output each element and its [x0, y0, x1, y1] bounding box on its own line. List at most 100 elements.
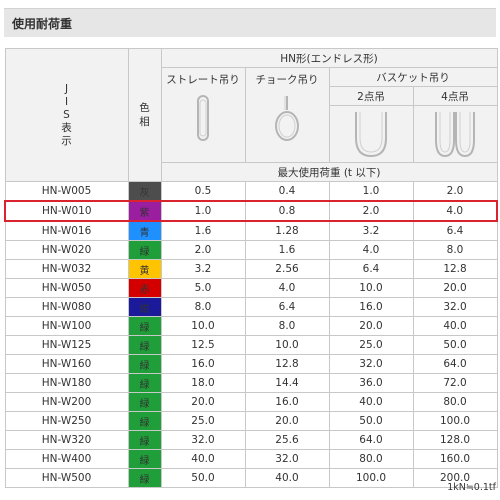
color-cell: 青 [127, 220, 162, 241]
straight-load-cell: 0.5 [160, 181, 246, 202]
straight-load-cell: 5.0 [160, 278, 246, 298]
basket-header: バスケット吊り [328, 67, 498, 87]
jis-header: J I S 表 示 [4, 48, 129, 182]
choke-load-cell: 10.0 [244, 335, 330, 355]
basket-two-point-load-cell: 100.0 [328, 468, 414, 488]
basket-two-point-load-cell: 16.0 [328, 297, 414, 317]
table-row: HN-W100 緑 10.0 8.0 20.0 40.0 [4, 316, 498, 336]
choke-load-cell: 0.4 [244, 181, 330, 202]
table-row: HN-W005 灰 0.5 0.4 1.0 2.0 [4, 181, 498, 202]
basket-two-point-load-cell: 1.0 [328, 181, 414, 202]
basket-four-point-load-cell: 6.4 [412, 220, 498, 241]
color-header-char: 色 [139, 102, 150, 114]
load-table: J I S 表 示 色 相 HN形(エンドレス形) ストレート吊り チョーク吊り… [4, 48, 499, 488]
straight-header: ストレート吊り [160, 67, 246, 163]
table-row: HN-W016 青 1.6 1.28 3.2 6.4 [4, 220, 498, 241]
jis-char: I [64, 95, 69, 108]
color-cell: 緑 [127, 373, 162, 393]
choke-load-cell: 32.0 [244, 449, 330, 469]
straight-label: ストレート吊り [166, 74, 240, 86]
table-row: HN-W050 赤 5.0 4.0 10.0 20.0 [4, 278, 498, 298]
basket-four-point-load-cell: 50.0 [412, 335, 498, 355]
color-cell: 黄 [127, 259, 162, 279]
straight-load-cell: 10.0 [160, 316, 246, 336]
basket-two-point-load-cell: 50.0 [328, 411, 414, 431]
basket-two-point-load-cell: 32.0 [328, 354, 414, 374]
unit-footnote: 1kN≒0.1tf [447, 482, 496, 493]
color-cell: 緑 [127, 411, 162, 431]
straight-load-cell: 40.0 [160, 449, 246, 469]
table-row: HN-W500 緑 50.0 40.0 100.0 200.0 [4, 468, 498, 488]
straight-load-cell: 50.0 [160, 468, 246, 488]
basket-four-point-load-cell: 128.0 [412, 430, 498, 450]
model-cell: HN-W160 [4, 354, 129, 374]
jis-char: S [63, 108, 70, 121]
straight-load-cell: 1.6 [160, 220, 246, 241]
basket-two-point-load-cell: 80.0 [328, 449, 414, 469]
basket-two-point-load-cell: 20.0 [328, 316, 414, 336]
table-row: HN-W200 緑 20.0 16.0 40.0 80.0 [4, 392, 498, 412]
table-row: HN-W160 緑 16.0 12.8 32.0 64.0 [4, 354, 498, 374]
basket-four-point-load-cell: 4.0 [412, 200, 499, 222]
basket-four-point-load-cell: 100.0 [412, 411, 498, 431]
choke-load-cell: 6.4 [244, 297, 330, 317]
model-cell: HN-W250 [4, 411, 129, 431]
jis-char: J [64, 82, 69, 95]
basket-four-point-icon-cell [412, 105, 498, 163]
straight-load-cell: 3.2 [160, 259, 246, 279]
model-cell: HN-W200 [4, 392, 129, 412]
hn-group-header: HN形(エンドレス形) [160, 48, 498, 68]
choke-load-cell: 2.56 [244, 259, 330, 279]
straight-load-cell: 25.0 [160, 411, 246, 431]
jis-char: 示 [61, 134, 72, 147]
straight-load-cell: 2.0 [160, 240, 246, 260]
straight-load-cell: 16.0 [160, 354, 246, 374]
choke-load-cell: 14.4 [244, 373, 330, 393]
four-point-header: 4点吊 [412, 86, 498, 106]
straight-load-cell: 12.5 [160, 335, 246, 355]
choke-load-cell: 20.0 [244, 411, 330, 431]
straight-load-cell: 18.0 [160, 373, 246, 393]
basket-two-point-load-cell: 3.2 [328, 220, 414, 241]
color-cell: 赤 [127, 278, 162, 298]
basket-four-point-load-cell: 64.0 [412, 354, 498, 374]
basket-four-point-load-cell: 20.0 [412, 278, 498, 298]
basket-two-point-load-cell: 4.0 [328, 240, 414, 260]
basket-four-point-icon [435, 112, 475, 158]
model-cell: HN-W020 [4, 240, 129, 260]
table-row: HN-W032 黄 3.2 2.56 6.4 12.8 [4, 259, 498, 279]
basket-two-point-load-cell: 10.0 [328, 278, 414, 298]
color-cell: 紫 [127, 200, 162, 222]
table-row: HN-W020 緑 2.0 1.6 4.0 8.0 [4, 240, 498, 260]
choke-header: チョーク吊り [244, 67, 330, 163]
two-point-header: 2点吊 [328, 86, 414, 106]
color-cell: 緑 [127, 354, 162, 374]
model-cell: HN-W320 [4, 430, 129, 450]
basket-four-point-load-cell: 32.0 [412, 297, 498, 317]
color-cell: 緑 [127, 240, 162, 260]
table-row: HN-W320 緑 32.0 25.6 64.0 128.0 [4, 430, 498, 450]
table-row: HN-W400 緑 40.0 32.0 80.0 160.0 [4, 449, 498, 469]
section-title-bar: 使用耐荷重 [4, 8, 496, 37]
choke-label: チョーク吊り [255, 74, 319, 86]
choke-load-cell: 8.0 [244, 316, 330, 336]
table-row: HN-W010 紫 1.0 0.8 2.0 4.0 [4, 200, 499, 222]
model-cell: HN-W005 [4, 181, 129, 202]
table-row: HN-W080 紺 8.0 6.4 16.0 32.0 [4, 297, 498, 317]
basket-four-point-load-cell: 8.0 [412, 240, 498, 260]
model-cell: HN-W050 [4, 278, 129, 298]
basket-two-point-load-cell: 2.0 [328, 200, 414, 222]
choke-load-cell: 16.0 [244, 392, 330, 412]
model-cell: HN-W400 [4, 449, 129, 469]
table-row: HN-W250 緑 25.0 20.0 50.0 100.0 [4, 411, 498, 431]
choke-load-cell: 1.6 [244, 240, 330, 260]
basket-two-point-load-cell: 36.0 [328, 373, 414, 393]
basket-two-point-load-cell: 25.0 [328, 335, 414, 355]
color-cell: 緑 [127, 449, 162, 469]
model-cell: HN-W016 [4, 220, 129, 241]
choke-load-cell: 12.8 [244, 354, 330, 374]
basket-two-point-icon [355, 112, 387, 158]
straight-load-cell: 20.0 [160, 392, 246, 412]
basket-two-point-load-cell: 64.0 [328, 430, 414, 450]
model-cell: HN-W080 [4, 297, 129, 317]
